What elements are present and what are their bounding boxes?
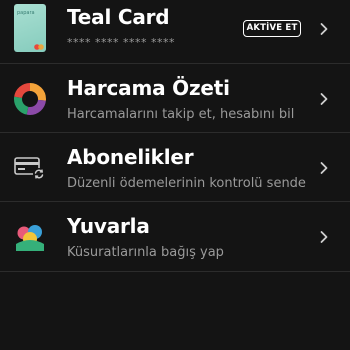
row-subtitle: Harcamalarını takip et, hesabını bil <box>67 107 295 122</box>
row-title: Harcama Özeti <box>67 76 230 100</box>
row-title: Teal Card <box>67 5 170 29</box>
row-title: Yuvarla <box>67 214 150 238</box>
spending-summary-row[interactable]: Harcama Özeti Harcamalarını takip et, he… <box>0 64 350 132</box>
round-up-row[interactable]: Yuvarla Küsuratlarınla bağış yap <box>0 202 350 270</box>
masked-card-number: **** **** **** **** <box>67 36 175 49</box>
round-up-donation-icon <box>16 225 44 251</box>
card-brand-label: papara <box>17 10 35 16</box>
chevron-right-icon <box>320 23 328 35</box>
chevron-right-icon <box>320 231 328 243</box>
mastercard-logo-icon <box>34 44 44 50</box>
chevron-right-icon <box>320 162 328 174</box>
subscription-card-refresh-icon <box>14 157 45 180</box>
teal-card-row[interactable]: papara Teal Card **** **** **** **** AKT… <box>0 0 350 60</box>
subscriptions-row[interactable]: Abonelikler Düzenli ödemelerinin kontrol… <box>0 133 350 201</box>
activate-button[interactable]: AKTİVE ET <box>243 20 301 37</box>
row-title: Abonelikler <box>67 145 194 169</box>
chevron-right-icon <box>320 93 328 105</box>
teal-card-icon: papara <box>14 4 46 52</box>
divider <box>0 271 350 272</box>
row-subtitle: Küsuratlarınla bağış yap <box>67 245 224 260</box>
spending-summary-donut-icon <box>14 83 46 115</box>
row-subtitle: Düzenli ödemelerinin kontrolü sende <box>67 176 306 191</box>
